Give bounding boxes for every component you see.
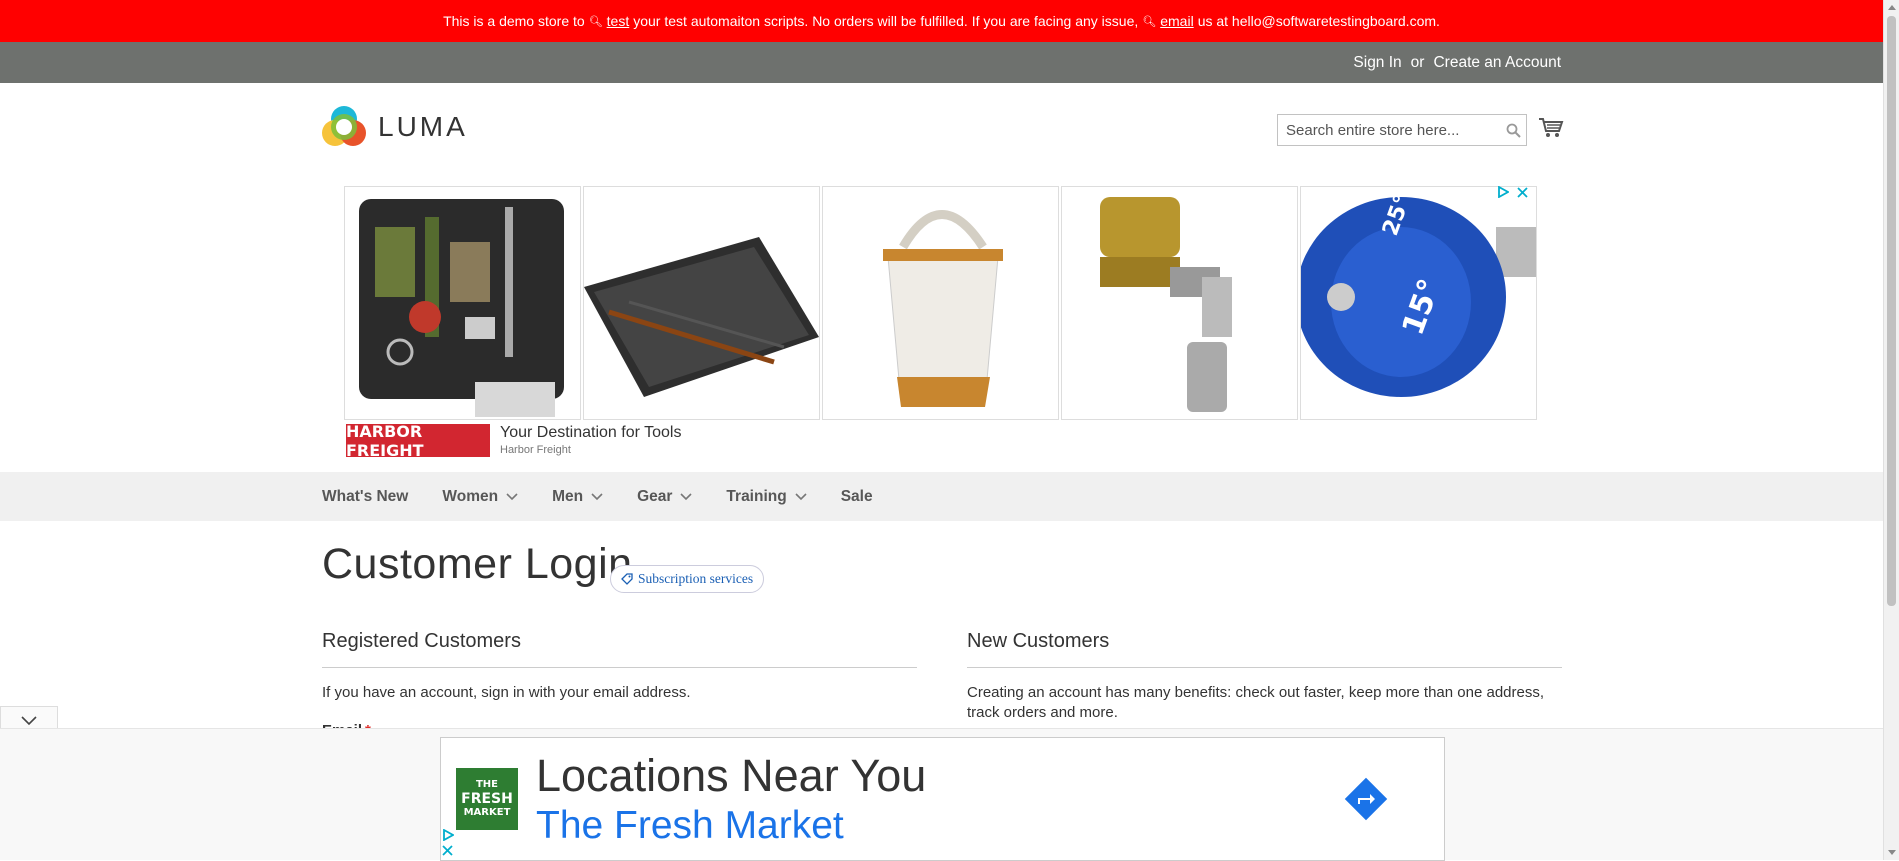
logo-line-2: FRESH xyxy=(461,791,513,807)
banner-test-link[interactable]: test xyxy=(607,13,630,29)
chevron-down-icon xyxy=(795,492,807,500)
tag-icon xyxy=(621,573,633,585)
new-customers-title: New Customers xyxy=(967,630,1562,668)
nav-item-women[interactable]: Women xyxy=(442,488,518,506)
account-bar: Sign In or Create an Account xyxy=(0,42,1883,83)
ad-brand[interactable]: The Fresh Market xyxy=(536,804,844,848)
chip-label: Subscription services xyxy=(638,571,754,586)
nav-label: Training xyxy=(726,487,787,505)
demo-store-banner: This is a demo store to 🔍︎ test your tes… xyxy=(0,0,1883,42)
sign-in-link[interactable]: Sign In xyxy=(1353,54,1401,72)
banner-text-2: your test automaiton scripts. No orders … xyxy=(633,13,1139,29)
page-scrollbar[interactable] xyxy=(1883,0,1899,860)
logo-text: LUMA xyxy=(378,111,468,142)
ad-product-canvas-bucket[interactable] xyxy=(822,186,1059,420)
ad-choices[interactable] xyxy=(1497,186,1528,198)
banner-text-3: us at hello@softwaretestingboard.com. xyxy=(1197,13,1440,29)
canvas-bucket-image xyxy=(883,210,1003,407)
search-icon: 🔍︎ xyxy=(1142,15,1157,28)
main-navigation: What's New Women Men Gear Training Sale xyxy=(0,472,1883,521)
cart-icon[interactable] xyxy=(1538,117,1564,144)
nav-item-training[interactable]: Training xyxy=(726,487,807,506)
harbor-freight-logo[interactable]: HARBOR FREIGHT xyxy=(346,422,490,460)
banner-email-link[interactable]: email xyxy=(1160,13,1193,29)
nav-label: Gear xyxy=(637,487,673,505)
subscription-services-chip[interactable]: Subscription services xyxy=(610,565,765,593)
registered-customers-title: Registered Customers xyxy=(322,630,917,668)
anchor-ad: THE FRESH MARKET Locations Near You The … xyxy=(0,728,1883,861)
nav-label: Women xyxy=(442,487,499,505)
registered-customers-text: If you have an account, sign in with you… xyxy=(322,684,691,701)
nav-item-men[interactable]: Men xyxy=(552,488,603,506)
page-title: Customer Login xyxy=(322,540,633,588)
ad-headline[interactable]: Your Destination for Tools xyxy=(500,424,681,442)
nav-item-gear[interactable]: Gear xyxy=(637,488,692,506)
luma-logo[interactable]: LUMA xyxy=(322,105,468,149)
close-icon[interactable] xyxy=(1517,186,1528,198)
ad-product-rifle-case[interactable] xyxy=(583,186,820,420)
scrollbar-thumb[interactable] xyxy=(1887,16,1896,606)
ad-headline[interactable]: Locations Near You xyxy=(536,750,926,802)
hose-lock-image xyxy=(1100,197,1232,412)
logo-line-3: MARKET xyxy=(463,807,511,818)
luma-logo-icon xyxy=(322,106,366,146)
or-separator: or xyxy=(1410,53,1425,71)
search-icon[interactable] xyxy=(1500,123,1526,138)
chevron-down-icon xyxy=(680,492,692,500)
close-icon[interactable] xyxy=(442,845,453,856)
chevron-down-icon xyxy=(591,492,603,500)
ad-product-survival-kit[interactable] xyxy=(344,186,581,420)
fresh-market-logo: THE FRESH MARKET xyxy=(456,768,518,830)
nozzle-image: 15° 25° xyxy=(1301,191,1536,397)
survival-kit-image xyxy=(359,199,564,417)
search-field[interactable] xyxy=(1277,114,1527,146)
rifle-case-image xyxy=(584,237,819,397)
scroll-up-arrow[interactable] xyxy=(1888,5,1896,10)
adchoices-icon[interactable] xyxy=(1497,186,1509,198)
search-icon: 🔍︎ xyxy=(588,15,603,28)
logo-line-1: THE xyxy=(475,779,499,790)
fresh-market-ad[interactable]: THE FRESH MARKET Locations Near You The … xyxy=(440,737,1445,861)
create-account-link[interactable]: Create an Account xyxy=(1433,54,1561,72)
nav-item-whats-new[interactable]: What's New xyxy=(322,488,408,506)
nav-label: Sale xyxy=(840,487,873,505)
adchoices-icon[interactable] xyxy=(442,829,454,841)
ad-product-hose-lock[interactable] xyxy=(1061,186,1298,420)
chevron-down-icon xyxy=(506,492,518,500)
nav-label: Men xyxy=(552,487,584,505)
directions-arrow-icon[interactable] xyxy=(1343,776,1389,822)
banner-text-1: This is a demo store to xyxy=(443,13,585,29)
chevron-down-icon xyxy=(21,715,37,725)
search-input[interactable] xyxy=(1278,115,1500,145)
scroll-down-arrow[interactable] xyxy=(1888,850,1896,855)
nav-label: What's New xyxy=(322,487,409,505)
display-ad[interactable]: 15° 25° HARBOR FREIGHT Your Destination … xyxy=(344,186,1540,460)
ad-product-nozzle[interactable]: 15° 25° xyxy=(1300,186,1537,420)
ad-sponsor: Harbor Freight xyxy=(500,444,571,456)
new-customers-text: Creating an account has many benefits: c… xyxy=(967,684,1545,721)
nav-item-sale[interactable]: Sale xyxy=(841,488,873,506)
